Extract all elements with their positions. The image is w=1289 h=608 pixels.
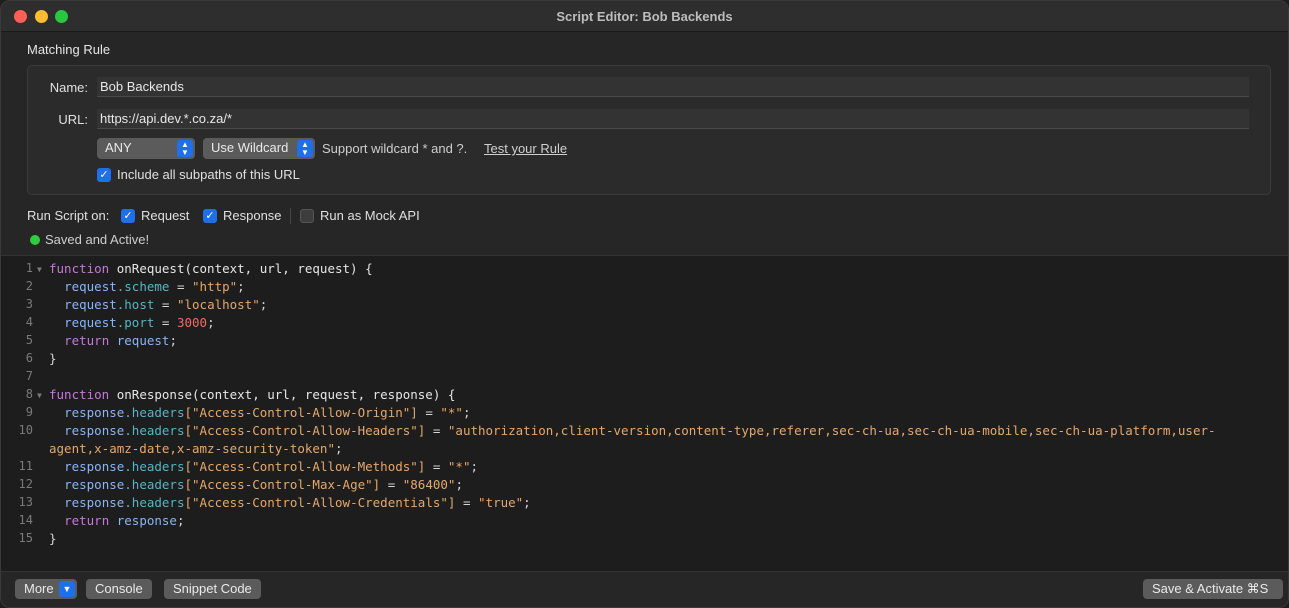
request-label: Request [141, 208, 190, 223]
line-number: 15 [18, 531, 33, 545]
line-number: 7 [25, 369, 33, 383]
line-number: 4 [25, 315, 33, 329]
code-line-wrapped: agent,x-amz-date,x-amz-security-token"; [49, 441, 343, 456]
method-select-value: ANY [105, 140, 132, 155]
line-number: 14 [18, 513, 33, 527]
window-title: Script Editor: Bob Backends [556, 9, 733, 24]
code-line: request.host = "localhost"; [64, 297, 268, 312]
url-input[interactable] [97, 109, 1249, 129]
checkmark-icon: ✓ [123, 210, 133, 222]
line-number: 6 [25, 351, 33, 365]
status-indicator-dot [30, 235, 40, 245]
code-line: response.headers["Access-Control-Allow-C… [64, 495, 531, 510]
line-number: 2 [25, 279, 33, 293]
name-input[interactable] [97, 77, 1249, 97]
matching-rule-heading: Matching Rule [27, 42, 111, 57]
console-button[interactable]: Console [86, 579, 152, 599]
line-number: 11 [18, 459, 33, 473]
title-bar: Script Editor: Bob Backends [1, 1, 1288, 32]
code-line: response.headers["Access-Control-Max-Age… [64, 477, 463, 492]
method-select[interactable]: ANY ▲ ▼ [97, 138, 195, 159]
code-line: } [49, 351, 57, 366]
code-line: } [49, 531, 57, 546]
fold-triangle-icon[interactable]: ▼ [37, 265, 42, 274]
checkmark-icon: ✓ [99, 169, 109, 181]
mock-api-checkbox[interactable] [300, 209, 314, 223]
request-checkbox[interactable]: ✓ [121, 209, 135, 223]
code-line: request.scheme = "http"; [64, 279, 245, 294]
script-editor-window: Script Editor: Bob Backends Matching Rul… [0, 0, 1289, 608]
line-number: 12 [18, 477, 33, 491]
fold-triangle-icon[interactable]: ▼ [37, 391, 42, 400]
response-label: Response [223, 208, 282, 223]
mock-api-label: Run as Mock API [320, 208, 420, 223]
line-number: 9 [25, 405, 33, 419]
code-editor[interactable]: 1 ▼ 2 3 4 5 6 7 8 ▼ 9 10 11 12 13 14 15 … [1, 255, 1288, 571]
line-number: 13 [18, 495, 33, 509]
line-number: 1 [25, 261, 33, 275]
run-script-label: Run Script on: [27, 208, 110, 223]
updown-chevron-icon: ▲ ▼ [177, 140, 193, 157]
test-rule-link[interactable]: Test your Rule [484, 141, 567, 156]
response-checkbox[interactable]: ✓ [203, 209, 217, 223]
updown-chevron-icon: ▲ ▼ [297, 140, 313, 157]
code-line: request.port = 3000; [64, 315, 215, 330]
more-button-label: More [24, 581, 54, 596]
line-number: 8 [25, 387, 33, 401]
code-line: response.headers["Access-Control-Allow-H… [64, 423, 1216, 438]
line-number-gutter: 1 ▼ 2 3 4 5 6 7 8 ▼ 9 10 11 12 13 14 15 [1, 256, 42, 571]
code-line: return response; [64, 513, 185, 528]
line-number: 10 [18, 423, 33, 437]
checkmark-icon: ✓ [205, 210, 215, 222]
line-number: 5 [25, 333, 33, 347]
include-subpaths-checkbox[interactable]: ✓ [97, 168, 111, 182]
line-number: 3 [25, 297, 33, 311]
name-label: Name: [49, 80, 88, 95]
matching-rule-panel: Name: URL: ANY ▲▼ Use Wildcard ▲▼ Suppor… [27, 65, 1271, 195]
status-text: Saved and Active! [45, 232, 150, 247]
code-line: function onRequest(context, url, request… [49, 261, 373, 276]
snippet-code-button[interactable]: Snippet Code [164, 579, 261, 599]
wildcard-help-text: Support wildcard * and ?. [322, 141, 468, 156]
bottom-toolbar: More ▼ Console Snippet Code Save & Activ… [1, 571, 1288, 607]
run-options-divider [290, 208, 291, 224]
code-line: return request; [64, 333, 177, 348]
match-type-select[interactable]: Use Wildcard ▲ ▼ [203, 138, 315, 159]
more-button[interactable]: More ▼ [15, 579, 77, 599]
save-activate-button[interactable]: Save & Activate ⌘S [1143, 579, 1283, 599]
match-type-select-value: Use Wildcard [211, 140, 289, 155]
code-line: response.headers["Access-Control-Allow-O… [64, 405, 471, 420]
url-label: URL: [58, 112, 88, 127]
code-line: function onResponse(context, url, reques… [49, 387, 456, 402]
chevron-down-icon: ▼ [59, 581, 75, 597]
include-subpaths-label: Include all subpaths of this URL [117, 167, 300, 182]
code-line: response.headers["Access-Control-Allow-M… [64, 459, 479, 474]
